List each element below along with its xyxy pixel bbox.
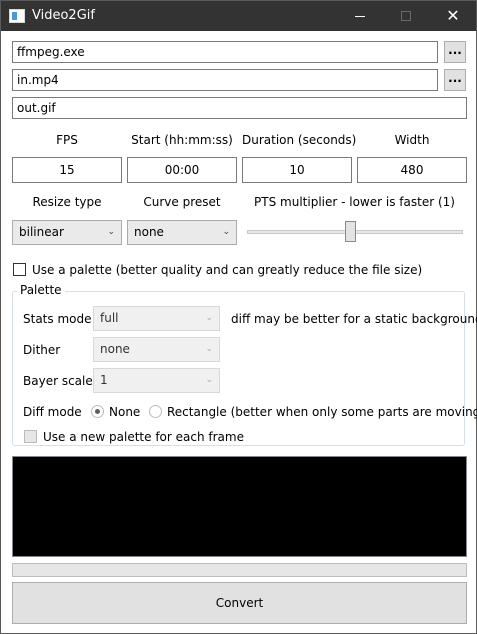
stats-mode-value: full — [100, 311, 119, 325]
chevron-down-icon: ⌄ — [205, 313, 213, 323]
minimize-icon — [355, 16, 365, 17]
duration-label: Duration (seconds) — [242, 133, 357, 147]
stats-mode-select[interactable]: full ⌄ — [93, 306, 220, 331]
input-file-input[interactable]: in.mp4 — [12, 69, 438, 91]
chevron-down-icon: ⌄ — [107, 227, 115, 237]
bayer-scale-value: 1 — [100, 373, 108, 387]
duration-input[interactable]: 10 — [242, 157, 352, 183]
browse-ffmpeg-button[interactable]: ... — [444, 41, 466, 63]
stats-mode-label: Stats mode — [23, 312, 92, 326]
bayer-scale-select[interactable]: 1 ⌄ — [93, 368, 220, 393]
curve-preset-select[interactable]: none ⌄ — [127, 220, 237, 245]
use-palette-checkbox[interactable] — [13, 263, 26, 276]
maximize-button — [383, 1, 429, 31]
diff-mode-rectangle-label[interactable]: Rectangle (better when only some parts a… — [167, 405, 477, 419]
title-bar[interactable]: Video2Gif ✕ — [1, 1, 476, 31]
diff-mode-none-radio[interactable] — [91, 405, 104, 418]
convert-button[interactable]: Convert — [12, 582, 467, 624]
diff-mode-rectangle-radio[interactable] — [149, 405, 162, 418]
palette-group-title: Palette — [17, 283, 65, 297]
curve-preset-label: Curve preset — [143, 195, 221, 209]
resize-type-value: bilinear — [19, 225, 64, 239]
use-palette-label[interactable]: Use a palette (better quality and can gr… — [32, 263, 422, 277]
close-icon: ✕ — [446, 6, 460, 25]
dither-label: Dither — [23, 343, 61, 357]
chevron-down-icon: ⌄ — [222, 227, 230, 237]
dither-value: none — [100, 342, 130, 356]
new-palette-per-frame-checkbox[interactable] — [24, 430, 37, 443]
window-title: Video2Gif — [32, 8, 95, 23]
progress-bar — [12, 563, 467, 577]
pts-slider-thumb[interactable] — [345, 221, 356, 242]
width-input[interactable]: 480 — [357, 157, 467, 183]
diff-mode-none-label[interactable]: None — [109, 405, 140, 419]
start-label: Start (hh:mm:ss) — [131, 133, 233, 147]
chevron-down-icon: ⌄ — [205, 375, 213, 385]
new-palette-per-frame-label[interactable]: Use a new palette for each frame — [43, 430, 244, 444]
output-file-input[interactable]: out.gif — [12, 97, 467, 119]
stats-mode-hint: diff may be better for a static backgrou… — [231, 312, 477, 326]
minimize-button[interactable] — [337, 1, 383, 31]
fps-input[interactable]: 15 — [12, 157, 122, 183]
resize-type-label: Resize type — [32, 195, 102, 209]
resize-type-select[interactable]: bilinear ⌄ — [12, 220, 122, 245]
diff-mode-label: Diff mode — [23, 405, 82, 419]
chevron-down-icon: ⌄ — [205, 344, 213, 354]
close-button[interactable]: ✕ — [430, 1, 476, 31]
preview-area — [12, 456, 467, 557]
curve-preset-value: none — [134, 225, 164, 239]
pts-multiplier-label: PTS multiplier - lower is faster (1) — [254, 195, 455, 209]
browse-input-button[interactable]: ... — [444, 69, 466, 91]
start-time-input[interactable]: 00:00 — [127, 157, 237, 183]
app-icon — [9, 9, 25, 23]
fps-label: FPS — [56, 133, 78, 147]
width-label: Width — [394, 133, 430, 147]
dither-select[interactable]: none ⌄ — [93, 337, 220, 362]
ffmpeg-path-input[interactable]: ffmpeg.exe — [12, 41, 438, 63]
bayer-scale-label: Bayer scale — [23, 374, 93, 388]
main-window: Video2Gif ✕ ffmpeg.exe ... in.mp4 ... ou… — [0, 0, 477, 634]
maximize-icon — [401, 11, 411, 21]
